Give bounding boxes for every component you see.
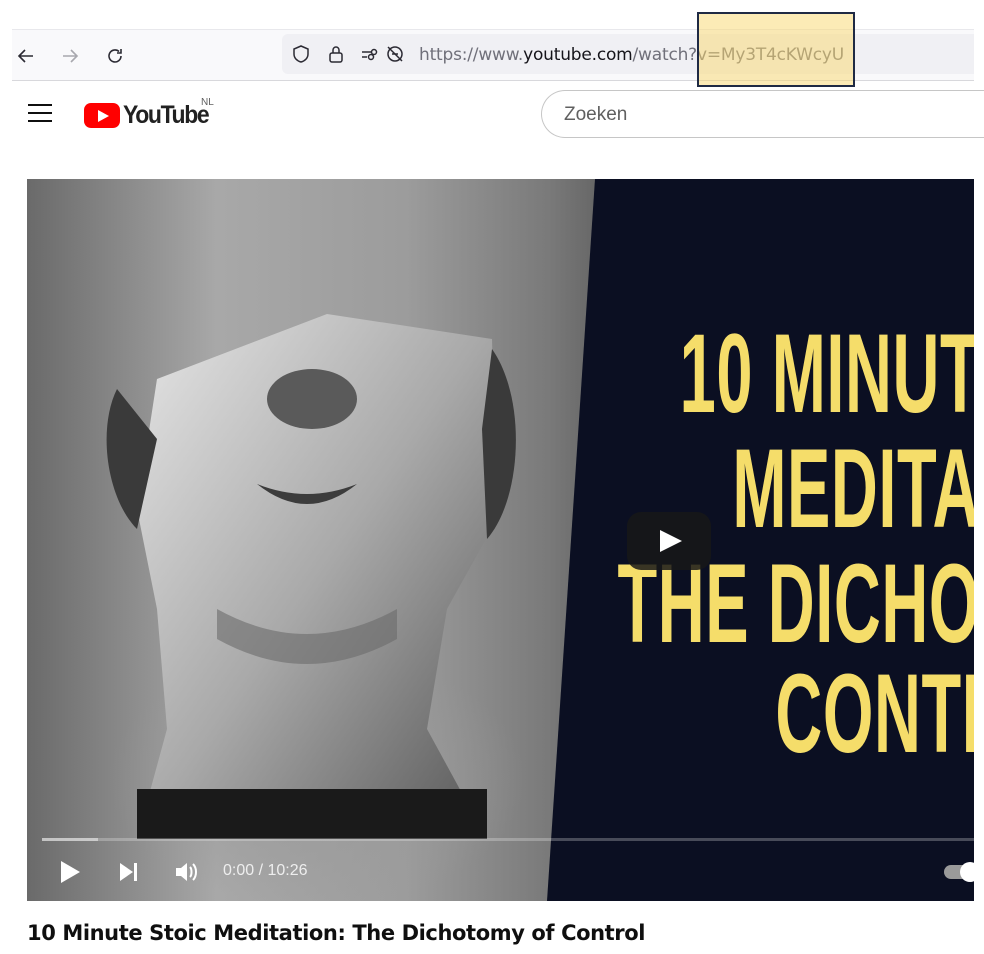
autoplay-toggle[interactable] [944,862,974,882]
shield-icon[interactable] [291,44,311,64]
current-time: 0:00 [223,862,255,879]
video-title: 10 Minute Stoic Meditation: The Dichotom… [27,921,646,945]
progress-buffer [42,838,98,841]
region-code: NL [201,97,214,108]
permissions-icon[interactable] [360,44,380,64]
duration: 10:26 [267,862,308,879]
large-play-button[interactable] [627,512,711,570]
youtube-wordmark: YouTube [123,100,210,129]
play-icon[interactable] [59,857,81,887]
thumbnail-title-line-1: 10 MINUT [679,311,974,436]
back-arrow-icon[interactable] [14,44,38,68]
thumbnail-title-line-2: MEDITA [732,426,974,551]
search-input[interactable] [562,103,946,127]
address-bar[interactable]: https://www.youtube.com/watch?v=My3T4cKW… [282,34,974,74]
time-separator: / [254,862,268,879]
hamburger-menu-icon[interactable] [28,103,54,123]
forward-arrow-icon[interactable] [58,44,82,68]
url-domain: youtube.com [523,45,633,65]
youtube-logo[interactable]: YouTube [84,99,216,131]
video-player[interactable]: 10 MINUT MEDITA THE DICHO CONTI 0:00 / 1… [27,179,974,901]
statue-image [106,314,516,839]
youtube-play-icon [84,102,120,128]
volume-icon[interactable] [174,857,200,887]
thumbnail-title-line-4: CONTI [775,651,974,776]
no-tracking-icon[interactable] [385,44,405,64]
progress-bar[interactable] [42,838,974,841]
search-box [541,90,984,138]
time-display: 0:00 / 10:26 [223,862,308,880]
reload-icon[interactable] [103,44,127,68]
next-icon[interactable] [118,857,140,887]
lock-icon[interactable] [326,44,346,64]
url-prefix: https://www. [419,45,524,65]
highlight-annotation [697,12,855,87]
